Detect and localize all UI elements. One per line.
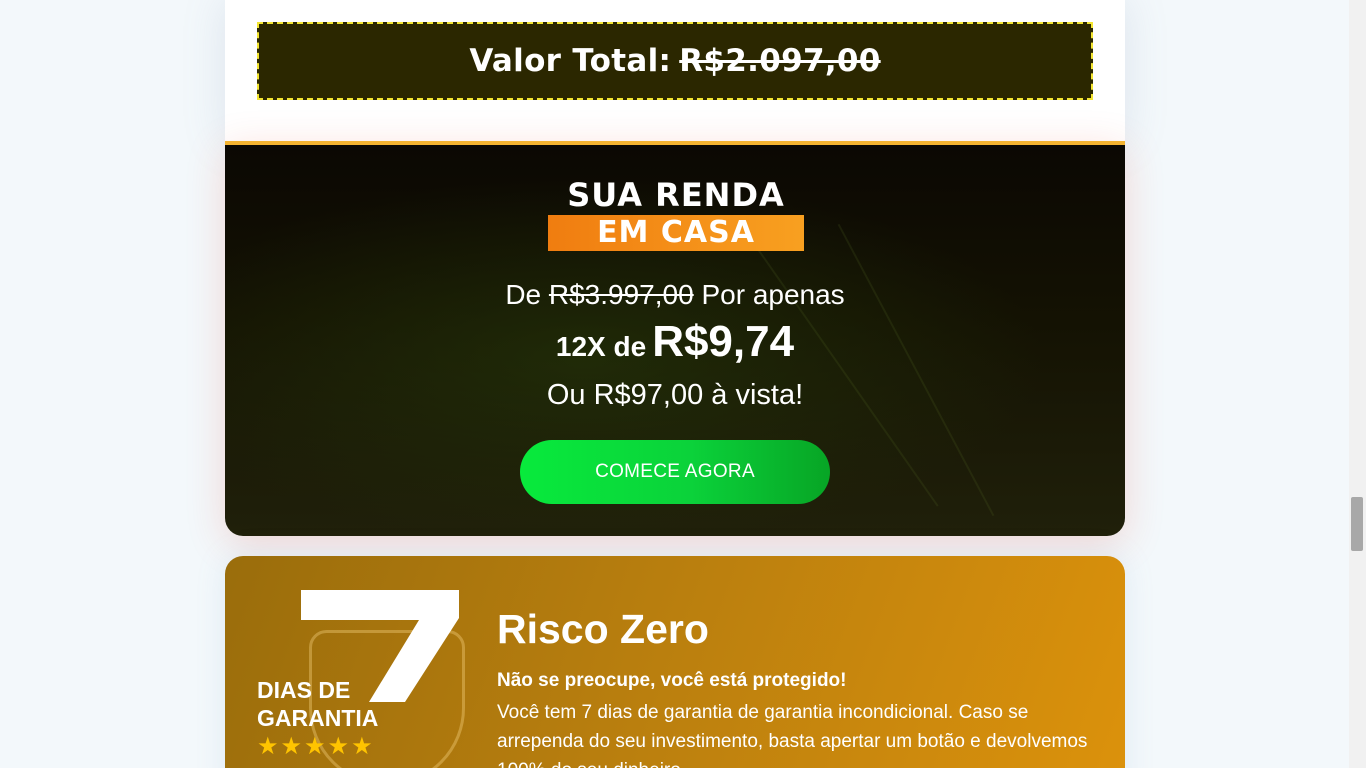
star-rating-icon: ★★★★★	[257, 732, 375, 760]
guarantee-badge: DIAS DE GARANTIA ★★★★★	[257, 590, 472, 768]
total-value-label: Valor Total:	[469, 43, 672, 79]
page-scrollbar[interactable]	[1349, 0, 1366, 768]
badge-text: DIAS DE GARANTIA	[257, 676, 378, 732]
installment-price: R$9,74	[652, 317, 795, 366]
product-logo: SUA RENDA EM CASA	[528, 177, 824, 251]
logo-line-1: SUA RENDA	[567, 176, 785, 214]
original-price-line: De R$3.997,00 Por apenas	[225, 279, 1125, 311]
total-value-old-price: R$2.097,00	[679, 43, 881, 79]
guarantee-subtitle: Não se preocupe, você está protegido!	[497, 670, 847, 691]
cash-price: Ou R$97,00 à vista!	[546, 379, 804, 411]
page: Valor Total: R$2.097,00 SUA RENDA EM CAS…	[0, 0, 1366, 768]
from-label: De	[505, 279, 542, 310]
badge-line-2: GARANTIA	[257, 705, 379, 731]
total-value-box: Valor Total: R$2.097,00	[257, 22, 1093, 100]
guarantee-title: Risco Zero	[497, 606, 709, 652]
badge-line-1: DIAS DE	[257, 677, 351, 703]
total-value-card: Valor Total: R$2.097,00	[225, 0, 1125, 142]
guarantee-description: Você tem 7 dias de garantia de garantia …	[497, 702, 1088, 768]
logo-line-2: EM CASA	[548, 215, 804, 251]
scrollbar-thumb[interactable]	[1351, 497, 1363, 551]
installments-label: 12X de	[555, 331, 647, 362]
guarantee-card: DIAS DE GARANTIA ★★★★★ Risco Zero Não se…	[225, 556, 1125, 768]
start-now-button[interactable]: COMECE AGORA	[520, 440, 830, 504]
installment-price-line: 12X de R$9,74	[225, 317, 1125, 367]
offer-card: SUA RENDA EM CASA De R$3.997,00 Por apen…	[225, 141, 1125, 536]
for-label: Por apenas	[701, 279, 845, 310]
original-price: R$3.997,00	[548, 279, 694, 310]
